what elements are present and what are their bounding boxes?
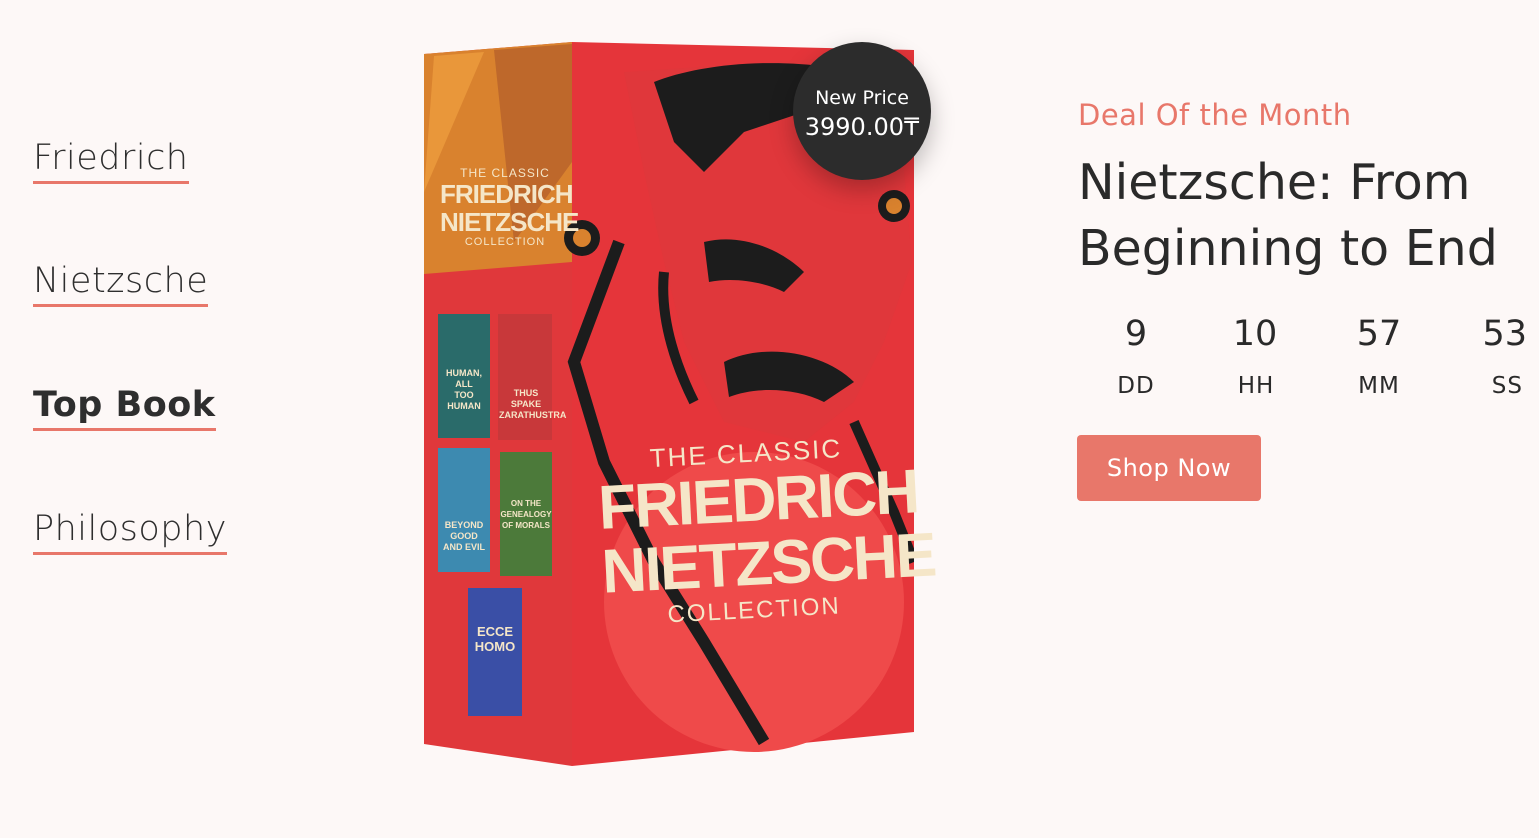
countdown-hours: 10: [1232, 314, 1278, 354]
deal-title-line-1: Nietzsche: From: [1078, 154, 1471, 211]
mini-book-5: ECCE HOMO: [474, 624, 516, 654]
nav-link-friedrich[interactable]: Friedrich: [33, 138, 189, 185]
price-value: 3990.00₸: [804, 113, 920, 141]
price-label: New Price: [815, 87, 909, 109]
spine-title-1: FRIEDRICH: [440, 179, 574, 209]
nav-link-philosophy[interactable]: Philosophy: [33, 509, 227, 556]
cover-title-2: NIETZSCHE: [600, 520, 937, 607]
countdown-hours-label: HH: [1237, 373, 1275, 399]
countdown-days-label: DD: [1117, 373, 1155, 399]
mini-book-2: THUS SPAKE ZARATHUSTRA: [499, 388, 567, 420]
deal-title: Nietzsche: From Beginning to End: [1078, 150, 1539, 282]
countdown-seconds-label: SS: [1491, 373, 1523, 399]
cover-title: THE CLASSIC FRIEDRICH NIETZSCHE COLLECTI…: [595, 430, 937, 632]
spine-top-text: THE CLASSIC: [460, 166, 550, 180]
mini-book-4: ON THE GENEALOGY OF MORALS: [500, 499, 552, 530]
nav-link-nietzsche[interactable]: Nietzsche: [33, 261, 209, 308]
mini-book-3: BEYOND GOOD AND EVIL: [442, 520, 485, 552]
countdown-days: 9: [1124, 314, 1148, 354]
spine-title-2: NIETZSCHE: [440, 207, 579, 237]
countdown-minutes: 57: [1356, 314, 1402, 354]
deal-title-line-2: Beginning to End: [1078, 220, 1498, 277]
page: Friedrich Nietzsche Top Book Philosophy: [0, 0, 1539, 838]
deal-tag: Deal Of the Month: [1078, 98, 1352, 132]
countdown-seconds: 53: [1482, 314, 1527, 354]
shop-now-button[interactable]: Shop Now: [1077, 435, 1261, 501]
price-badge: New Price 3990.00₸: [793, 42, 931, 180]
nav-link-top-book[interactable]: Top Book: [33, 385, 216, 432]
countdown-minutes-label: MM: [1358, 373, 1400, 399]
mini-book-1: HUMAN, ALL TOO HUMAN: [446, 368, 482, 411]
spine-title: THE CLASSIC FRIEDRICH NIETZSCHE COLLECTI…: [440, 166, 579, 248]
spine-bottom-text: COLLECTION: [464, 236, 546, 248]
